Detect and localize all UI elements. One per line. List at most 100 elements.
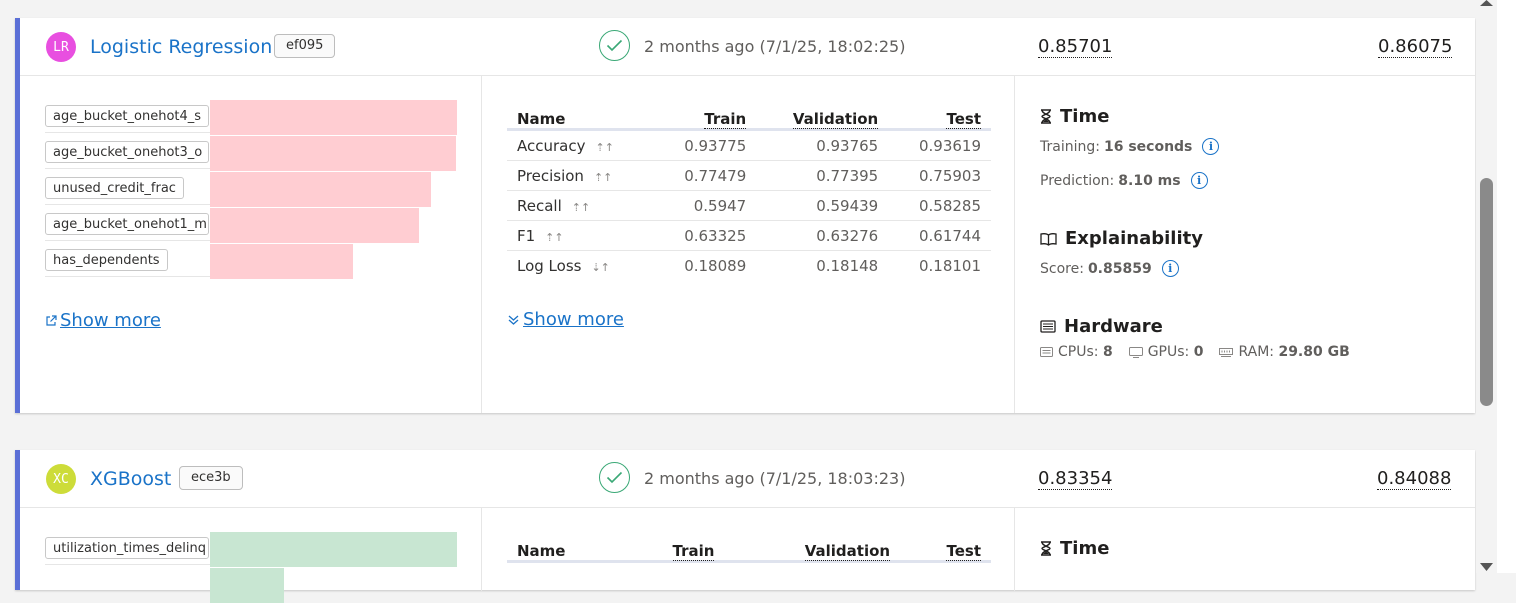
features-show-more-link[interactable]: Show more [45,310,161,331]
sort-desc-icon[interactable]: ⇡↑ [595,141,613,154]
scroll-up-arrow-icon[interactable] [1480,0,1493,6]
table-row: Recall ⇡↑ 0.5947 0.59439 0.58285 [507,190,991,221]
validation-score[interactable]: 0.83354 [1038,468,1113,490]
metrics-header-train[interactable]: Train [621,534,725,563]
feature-tag[interactable]: age_bucket_onehot4_s [45,105,209,127]
metrics-panel: Name Train Validation Test Accuracy ⇡↑ 0.… [482,76,1015,413]
cpu-icon [1040,347,1053,357]
metric-validation: 0.77395 [756,160,889,191]
window-edge [1497,0,1516,573]
metric-test: 0.75903 [888,160,991,191]
model-id-tag: ef095 [274,34,336,58]
feature-importance-bar [210,208,419,243]
model-card-logistic-regression: LR Logistic Regression ef095 2 months ag… [15,18,1475,413]
feature-row: age_bucket_onehot1_m [45,208,210,241]
table-row: Accuracy ⇡↑ 0.93775 0.93765 0.93619 [507,129,991,161]
metric-name: Recall [517,196,562,215]
metric-test: 0.58285 [888,190,991,221]
sort-asc-icon[interactable]: ⇣↑ [591,261,609,274]
test-score[interactable]: 0.84088 [1377,468,1452,490]
feature-row: age_bucket_onehot3_o [45,136,210,169]
metrics-header-test[interactable]: Test [888,102,991,131]
hardware-section-title: Hardware [1040,316,1163,337]
feature-row: has_dependents [45,244,210,277]
chevron-down-double-icon [508,315,519,325]
model-name-link[interactable]: Logistic Regression [90,36,272,58]
hourglass-icon [1041,109,1051,124]
feature-tag[interactable]: unused_credit_frac [45,177,184,199]
success-check-icon [599,462,630,493]
info-icon[interactable]: i [1202,138,1220,155]
sort-desc-icon[interactable]: ⇡↑ [572,201,590,214]
model-card-header[interactable]: XC XGBoost ece3b 2 months ago (7/1/25, 1… [20,450,1475,508]
metric-name: Precision [517,166,584,185]
run-status-time: 2 months ago (7/1/25, 18:03:23) [644,469,906,488]
scroll-down-arrow-icon[interactable] [1480,563,1493,571]
success-check-icon [599,30,630,61]
metric-validation: 0.59439 [756,190,889,221]
ram-spec: RAM: 29.80 GB [1219,344,1350,360]
metric-test: 0.93619 [888,129,991,161]
explainability-section-title: Explainability [1040,228,1203,249]
info-icon[interactable]: i [1190,172,1208,189]
model-info-panel: Time Training: 16 seconds i Prediction: 8.… [1015,76,1475,413]
metrics-header-name: Name [507,102,654,131]
model-card-header[interactable]: LR Logistic Regression ef095 2 months ag… [20,18,1475,76]
metrics-table: Name Train Validation Test [507,534,991,563]
feature-row: utilization_times_delinq [45,532,210,565]
validation-score[interactable]: 0.85701 [1038,36,1113,58]
model-avatar: XC [46,464,76,494]
feature-row: age_bucket_onehot4_s [45,100,210,133]
metric-train: 0.63325 [653,220,757,251]
info-icon[interactable]: i [1161,260,1179,277]
metrics-table: Name Train Validation Test Accuracy ⇡↑ 0.… [507,102,991,280]
hourglass-icon [1041,541,1051,556]
sort-desc-icon[interactable]: ⇡↑ [594,171,612,184]
metric-name: Accuracy [517,136,586,155]
metric-validation: 0.93765 [756,129,889,161]
metric-test: 0.61744 [888,220,991,251]
feature-importance-bar [210,100,457,135]
gpus-spec: GPUs: 0 [1128,344,1203,360]
metrics-header-train[interactable]: Train [653,102,757,131]
metric-name: F1 [517,226,536,245]
book-icon [1040,232,1057,246]
model-avatar: LR [46,32,76,62]
metric-test: 0.18101 [918,256,981,275]
model-id-tag: ece3b [179,466,243,490]
monitor-icon [1128,346,1143,358]
explainability-score: Score: 0.85859 i [1040,260,1179,277]
feature-importance-panel: utilization_times_delinq [20,508,482,603]
feature-importance-bar [210,172,431,207]
feature-row: unused_credit_frac [45,172,210,205]
feature-importance-bar [210,136,456,171]
metric-validation: 0.63276 [756,220,889,251]
test-score[interactable]: 0.86075 [1378,36,1453,58]
metrics-header-validation[interactable]: Validation [724,534,901,563]
time-section-title: Time [1040,538,1109,559]
feature-importance-bar [210,568,284,603]
feature-tag[interactable]: age_bucket_onehot3_o [45,141,209,163]
run-status-time: 2 months ago (7/1/25, 18:02:25) [644,37,906,56]
scrollbar-thumb[interactable] [1480,178,1493,406]
model-card-body: age_bucket_onehot4_s age_bucket_onehot3_… [20,76,1475,413]
model-card-body: utilization_times_delinq Name Train Vali… [20,508,1475,603]
metric-train: 0.77479 [653,160,757,191]
metric-name: Log Loss [517,256,582,275]
feature-tag[interactable]: utilization_times_delinq [45,537,209,559]
feature-importance-panel: age_bucket_onehot4_s age_bucket_onehot3_… [20,76,482,413]
metrics-header-test[interactable]: Test [900,534,991,563]
model-card-xgboost: XC XGBoost ece3b 2 months ago (7/1/25, 1… [15,450,1475,603]
model-name-link[interactable]: XGBoost [90,468,171,490]
feature-tag[interactable]: age_bucket_onehot1_m [45,213,209,235]
model-info-panel: Time [1015,508,1475,591]
training-time: Training: 16 seconds i [1040,138,1220,155]
hardware-icon [1040,320,1056,333]
metrics-header-validation[interactable]: Validation [756,102,889,131]
table-row: F1 ⇡↑ 0.63325 0.63276 0.61744 [507,220,991,251]
sort-desc-icon[interactable]: ⇡↑ [545,231,563,244]
feature-importance-bar [210,244,353,279]
feature-tag[interactable]: has_dependents [45,249,168,271]
metrics-show-more-link[interactable]: Show more [507,309,624,330]
metrics-panel: Name Train Validation Test [482,508,1015,591]
